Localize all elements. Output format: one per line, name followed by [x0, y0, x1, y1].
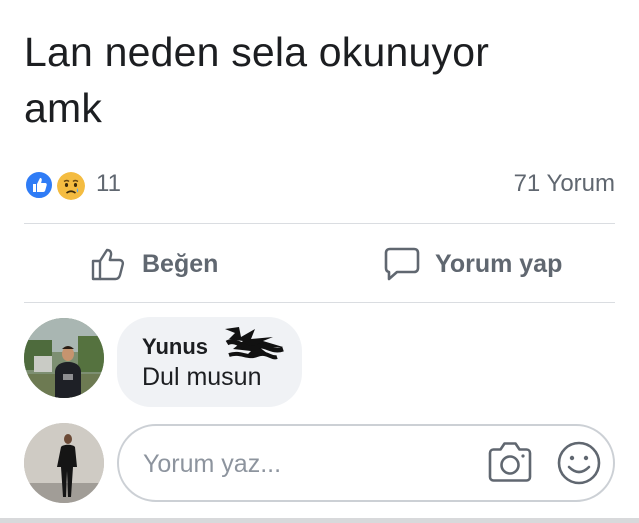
reactions-summary[interactable]: 11 71 Yorum: [24, 166, 615, 204]
comment-button[interactable]: Yorum yap: [383, 244, 562, 284]
comment-text: Dul musun: [142, 363, 262, 391]
like-button-label: Beğen: [142, 249, 219, 278]
thumbs-up-icon: [91, 248, 125, 281]
post-text-line-1: Lan neden sela okunuyor: [24, 29, 490, 75]
divider: [24, 302, 615, 303]
commenter-avatar[interactable]: [24, 318, 104, 398]
post-actions: Beğen Yorum yap: [0, 236, 639, 294]
like-button[interactable]: Beğen: [90, 244, 218, 284]
comment-bubble-icon: [384, 247, 420, 281]
current-user-avatar[interactable]: [24, 423, 104, 503]
comment-bubble[interactable]: Yunus Dul musun: [117, 317, 302, 407]
comment-compose-input[interactable]: Yorum yaz...: [117, 424, 615, 502]
compose-placeholder: Yorum yaz...: [143, 450, 282, 478]
like-reaction-icon: [24, 170, 54, 200]
post-text-line-2: amk: [24, 85, 103, 131]
bottom-edge: [0, 518, 639, 523]
emoji-icon[interactable]: [556, 440, 602, 486]
camera-icon[interactable]: [486, 441, 534, 485]
comment-author-name[interactable]: Yunus: [142, 334, 208, 360]
comment-count[interactable]: 71 Yorum: [514, 170, 615, 198]
sad-reaction-icon: [55, 170, 87, 202]
redaction-scribble: [225, 327, 284, 360]
comment-button-label: Yorum yap: [435, 249, 563, 278]
reaction-count[interactable]: 11: [96, 170, 121, 198]
post-text: Lan neden sela okunuyor amk: [24, 24, 614, 136]
divider: [24, 223, 615, 224]
reaction-icons[interactable]: [24, 168, 94, 202]
